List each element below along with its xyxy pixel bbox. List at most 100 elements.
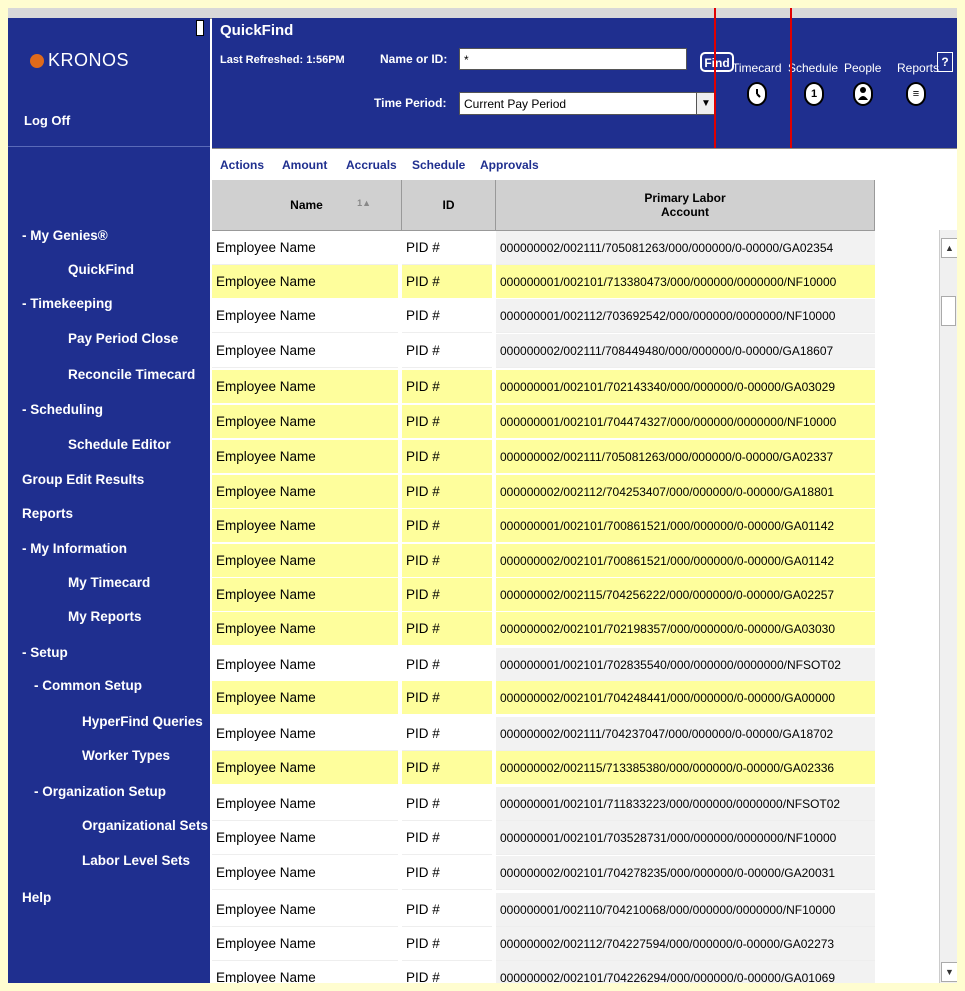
- employee-name-cell[interactable]: Employee Name: [212, 751, 398, 785]
- table-row[interactable]: Employee Name PID #000000001/002101/70283…: [212, 648, 875, 682]
- clock-icon[interactable]: [747, 82, 767, 106]
- schedule-menu[interactable]: Schedule: [412, 158, 465, 172]
- table-row[interactable]: Employee Name PID #000000001/002101/71183…: [212, 787, 875, 821]
- table-row[interactable]: Employee Name PID #000000002/002111/70844…: [212, 334, 875, 368]
- employee-id-cell[interactable]: PID #: [402, 265, 492, 299]
- widget-label-schedule[interactable]: Schedule: [788, 61, 838, 75]
- labor-account-cell[interactable]: 000000002/002115/713385380/000/000000/0-…: [496, 751, 875, 785]
- labor-account-cell[interactable]: 000000002/002101/704226294/000/000000/0-…: [496, 961, 875, 983]
- employee-id-cell[interactable]: PID #: [402, 681, 492, 715]
- employee-name-cell[interactable]: Employee Name: [212, 612, 398, 646]
- labor-account-cell[interactable]: 000000002/002111/708449480/000/000000/0-…: [496, 334, 875, 368]
- employee-name-cell[interactable]: Employee Name: [212, 927, 398, 961]
- labor-account-cell[interactable]: 000000001/002101/700861521/000/000000/0-…: [496, 509, 875, 543]
- sidebar-item-organizational-sets[interactable]: Organizational Sets: [82, 818, 208, 833]
- labor-account-cell[interactable]: 000000002/002101/704248441/000/000000/0-…: [496, 681, 875, 715]
- labor-account-cell[interactable]: 000000002/002111/705081263/000/000000/0-…: [496, 440, 875, 474]
- sidebar-item-my-reports[interactable]: My Reports: [68, 609, 142, 624]
- employee-name-cell[interactable]: Employee Name: [212, 648, 398, 682]
- pin-icon[interactable]: [196, 20, 204, 36]
- table-row[interactable]: Employee Name PID #000000001/002101/71338…: [212, 265, 875, 299]
- employee-id-cell[interactable]: PID #: [402, 961, 492, 983]
- labor-account-cell[interactable]: 000000002/002112/704227594/000/000000/0-…: [496, 927, 875, 961]
- table-row[interactable]: Employee Name PID #000000001/002101/70352…: [212, 821, 875, 855]
- scrollbar-thumb[interactable]: [941, 296, 956, 326]
- sidebar-item-reconcile-timecard[interactable]: Reconcile Timecard: [68, 367, 195, 382]
- employee-id-cell[interactable]: PID #: [402, 787, 492, 821]
- employee-id-cell[interactable]: PID #: [402, 751, 492, 785]
- table-row[interactable]: Employee Name PID #000000001/002101/70447…: [212, 405, 875, 439]
- table-row[interactable]: Employee Name PID #000000002/002101/70424…: [212, 681, 875, 715]
- employee-name-cell[interactable]: Employee Name: [212, 370, 398, 404]
- sidebar-item-organization-setup[interactable]: - Organization Setup: [34, 784, 166, 799]
- employee-name-cell[interactable]: Employee Name: [212, 856, 398, 890]
- employee-id-cell[interactable]: PID #: [402, 299, 492, 333]
- labor-account-cell[interactable]: 000000002/002101/704278235/000/000000/0-…: [496, 856, 875, 890]
- employee-name-cell[interactable]: Employee Name: [212, 787, 398, 821]
- accruals-menu[interactable]: Accruals: [346, 158, 397, 172]
- employee-id-cell[interactable]: PID #: [402, 893, 492, 927]
- employee-name-cell[interactable]: Employee Name: [212, 405, 398, 439]
- sidebar-item-help[interactable]: Help: [22, 890, 51, 905]
- sidebar-item-reports[interactable]: Reports: [22, 506, 73, 521]
- sidebar-item-group-edit-results[interactable]: Group Edit Results: [22, 472, 144, 487]
- column-header-name[interactable]: Name 1▲: [212, 180, 402, 230]
- sidebar-item-setup[interactable]: - Setup: [22, 645, 68, 660]
- employee-name-cell[interactable]: Employee Name: [212, 509, 398, 543]
- time-period-select[interactable]: Current Pay Period ▼: [459, 92, 716, 115]
- employee-id-cell[interactable]: PID #: [402, 648, 492, 682]
- labor-account-cell[interactable]: 000000002/002115/704256222/000/000000/0-…: [496, 578, 875, 612]
- table-row[interactable]: Employee Name PID #000000001/002112/70369…: [212, 299, 875, 333]
- labor-account-cell[interactable]: 000000001/002101/704474327/000/000000/00…: [496, 405, 875, 439]
- sidebar-item-my-genies[interactable]: - My Genies®: [22, 228, 108, 243]
- employee-name-cell[interactable]: Employee Name: [212, 893, 398, 927]
- table-row[interactable]: Employee Name PID #000000002/002101/70422…: [212, 961, 875, 983]
- vertical-scrollbar[interactable]: ▲ ▼: [939, 230, 957, 983]
- labor-account-cell[interactable]: 000000001/002101/713380473/000/000000/00…: [496, 265, 875, 299]
- employee-name-cell[interactable]: Employee Name: [212, 544, 398, 578]
- help-icon[interactable]: ?: [937, 52, 953, 72]
- employee-name-cell[interactable]: Employee Name: [212, 961, 398, 983]
- log-off-link[interactable]: Log Off: [24, 113, 70, 128]
- table-row[interactable]: Employee Name PID #000000002/002101/70086…: [212, 544, 875, 578]
- employee-name-cell[interactable]: Employee Name: [212, 578, 398, 612]
- employee-name-cell[interactable]: Employee Name: [212, 231, 398, 265]
- employee-id-cell[interactable]: PID #: [402, 334, 492, 368]
- employee-id-cell[interactable]: PID #: [402, 440, 492, 474]
- labor-account-cell[interactable]: 000000002/002111/704237047/000/000000/0-…: [496, 717, 875, 751]
- find-button[interactable]: Find: [700, 52, 734, 72]
- name-or-id-input[interactable]: *: [459, 48, 687, 70]
- employee-id-cell[interactable]: PID #: [402, 475, 492, 509]
- sidebar-item-my-timecard[interactable]: My Timecard: [68, 575, 150, 590]
- sidebar-item-timekeeping[interactable]: - Timekeeping: [22, 296, 113, 311]
- employee-id-cell[interactable]: PID #: [402, 856, 492, 890]
- labor-account-cell[interactable]: 000000002/002101/702198357/000/000000/0-…: [496, 612, 875, 646]
- employee-id-cell[interactable]: PID #: [402, 405, 492, 439]
- labor-account-cell[interactable]: 000000002/002101/700861521/000/000000/0-…: [496, 544, 875, 578]
- labor-account-cell[interactable]: 000000001/002101/703528731/000/000000/00…: [496, 821, 875, 855]
- labor-account-cell[interactable]: 000000001/002110/704210068/000/000000/00…: [496, 893, 875, 927]
- approvals-menu[interactable]: Approvals: [480, 158, 539, 172]
- person-icon[interactable]: [853, 82, 873, 106]
- table-row[interactable]: Employee Name PID #000000001/002110/70421…: [212, 893, 875, 927]
- employee-id-cell[interactable]: PID #: [402, 927, 492, 961]
- amount-menu[interactable]: Amount: [282, 158, 327, 172]
- employee-id-cell[interactable]: PID #: [402, 821, 492, 855]
- employee-name-cell[interactable]: Employee Name: [212, 821, 398, 855]
- employee-name-cell[interactable]: Employee Name: [212, 299, 398, 333]
- employee-id-cell[interactable]: PID #: [402, 612, 492, 646]
- employee-id-cell[interactable]: PID #: [402, 544, 492, 578]
- sidebar-item-worker-types[interactable]: Worker Types: [82, 748, 170, 763]
- labor-account-cell[interactable]: 000000001/002112/703692542/000/000000/00…: [496, 299, 875, 333]
- sidebar-item-scheduling[interactable]: - Scheduling: [22, 402, 103, 417]
- sidebar-item-schedule-editor[interactable]: Schedule Editor: [68, 437, 171, 452]
- report-icon[interactable]: ≡: [906, 82, 926, 106]
- table-row[interactable]: Employee Name PID #000000001/002101/70086…: [212, 509, 875, 543]
- sidebar-item-hyperfind-queries[interactable]: HyperFind Queries: [82, 714, 203, 729]
- table-row[interactable]: Employee Name PID #000000002/002115/71338…: [212, 751, 875, 785]
- table-row[interactable]: Employee Name PID #000000001/002101/70214…: [212, 370, 875, 404]
- employee-id-cell[interactable]: PID #: [402, 717, 492, 751]
- table-row[interactable]: Employee Name PID #000000002/002101/70219…: [212, 612, 875, 646]
- sidebar-item-quickfind[interactable]: QuickFind: [68, 262, 134, 277]
- employee-id-cell[interactable]: PID #: [402, 578, 492, 612]
